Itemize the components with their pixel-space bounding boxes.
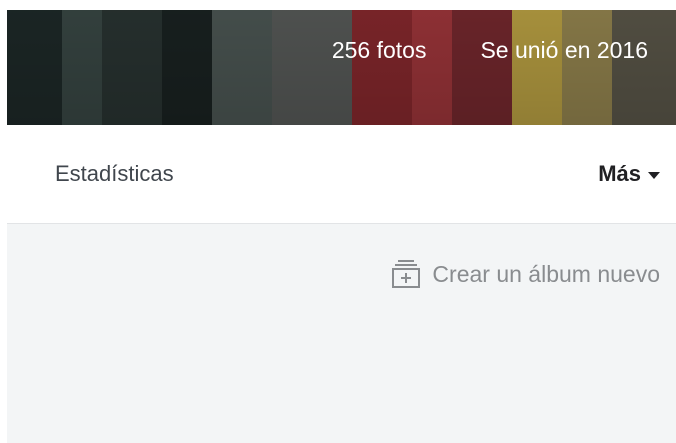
albums-area: Crear un álbum nuevo	[7, 224, 676, 443]
more-menu-button[interactable]: Más	[598, 161, 660, 187]
stats-tab[interactable]: Estadísticas	[55, 161, 174, 187]
more-label: Más	[598, 161, 641, 186]
add-album-icon	[391, 259, 421, 289]
cover-overlay	[7, 10, 676, 125]
photo-count: 256 fotos	[331, 37, 427, 63]
profile-page: 256 fotos Se unió en 2016 Estadísticas M…	[0, 0, 676, 443]
profile-stats: 256 fotos Se unió en 2016	[332, 37, 648, 64]
joined-date: Se unió en 2016	[480, 37, 648, 63]
create-album-label: Crear un álbum nuevo	[432, 260, 660, 287]
chevron-down-icon	[648, 172, 660, 179]
profile-subnav: Estadísticas Más	[7, 125, 676, 224]
cover-photo-banner: 256 fotos Se unió en 2016	[7, 10, 676, 125]
create-album-button[interactable]: Crear un álbum nuevo	[391, 259, 660, 289]
